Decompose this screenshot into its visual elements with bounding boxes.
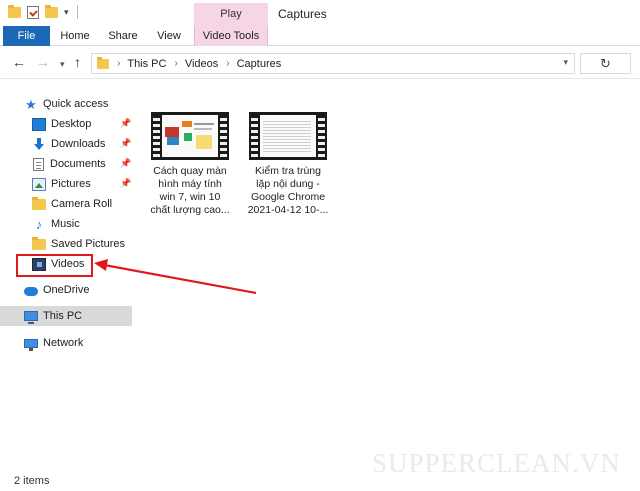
folder-icon xyxy=(32,196,46,210)
nav-item-quick-access[interactable]: ★ Quick access xyxy=(0,94,134,114)
thumbnail-frame xyxy=(260,115,316,157)
annotation-highlight-box xyxy=(16,254,93,277)
computer-icon xyxy=(24,311,38,324)
nav-item-label: Desktop xyxy=(51,118,92,130)
film-strip xyxy=(318,115,325,157)
file-name: Cách quay màn hình máy tính win 7, win 1… xyxy=(140,165,240,217)
file-name-line: Google Chrome xyxy=(250,191,326,203)
nav-item-onedrive[interactable]: OneDrive xyxy=(0,280,134,300)
nav-item-downloads[interactable]: Downloads 📌 xyxy=(0,134,134,154)
tab-share[interactable]: Share xyxy=(105,26,141,46)
film-strip xyxy=(153,115,160,157)
nav-item-label: Pictures xyxy=(51,178,91,190)
refresh-icon: ↻ xyxy=(600,55,611,71)
chevron-right-icon: › xyxy=(174,58,178,69)
breadcrumb-captures[interactable]: › Captures xyxy=(226,58,281,70)
folder-icon[interactable] xyxy=(8,4,21,18)
nav-item-label: Camera Roll xyxy=(51,198,113,210)
recent-locations-chevron-icon[interactable]: ▾ xyxy=(60,57,65,71)
nav-item-this-pc[interactable]: This PC xyxy=(0,306,132,326)
chevron-right-icon: › xyxy=(117,58,121,69)
forward-arrow-icon[interactable]: → xyxy=(36,55,50,69)
tab-view[interactable]: View xyxy=(152,26,186,46)
quick-access-toolbar: ▾ xyxy=(8,4,78,19)
folder-icon xyxy=(97,56,109,69)
address-row: ← → ▾ ↑ › This PC › Videos › Captures ▾ ↻ xyxy=(0,47,640,79)
nav-item-camera-roll[interactable]: Camera Roll xyxy=(0,194,134,214)
nav-item-desktop[interactable]: Desktop 📌 xyxy=(0,114,134,134)
toolbar-divider xyxy=(76,5,78,19)
customize-toolbar-dropdown-icon[interactable]: ▾ xyxy=(64,7,69,18)
file-name-line: lặp nội dung - xyxy=(256,178,320,190)
breadcrumb-label: Videos xyxy=(184,57,219,70)
file-name-line: 2021-04-12 10-... xyxy=(247,204,329,216)
nav-item-saved-pictures[interactable]: Saved Pictures xyxy=(0,234,134,254)
document-icon xyxy=(33,157,44,171)
folder-icon xyxy=(32,236,46,250)
address-dropdown-icon[interactable]: ▾ xyxy=(563,57,568,68)
file-item[interactable]: Kiểm tra trùng lặp nội dung - Google Chr… xyxy=(238,112,338,217)
nav-item-label: Music xyxy=(51,218,80,230)
breadcrumb-label: This PC xyxy=(127,57,167,70)
play-context-header: Play xyxy=(194,3,268,26)
pin-icon[interactable]: 📌 xyxy=(120,118,131,129)
properties-icon[interactable] xyxy=(27,5,39,19)
nav-item-label: OneDrive xyxy=(43,284,90,296)
back-arrow-icon[interactable]: ← xyxy=(12,55,26,69)
refresh-button[interactable]: ↻ xyxy=(580,53,631,74)
nav-item-network[interactable]: Network xyxy=(0,333,134,353)
pin-icon[interactable]: 📌 xyxy=(120,158,131,169)
nav-item-label: Downloads xyxy=(51,138,106,150)
nav-item-music[interactable]: ♪ Music xyxy=(0,214,134,234)
file-name-line: Cách quay màn xyxy=(153,165,227,177)
tab-home[interactable]: Home xyxy=(55,26,95,46)
thumbnail-frame xyxy=(162,115,218,157)
tab-file[interactable]: File xyxy=(3,26,50,46)
breadcrumb-videos[interactable]: › Videos xyxy=(174,58,218,70)
cloud-icon xyxy=(24,287,38,296)
new-folder-icon[interactable] xyxy=(45,4,58,18)
music-icon: ♪ xyxy=(35,216,43,232)
file-name-line: hình máy tính xyxy=(158,178,222,190)
status-item-count: 2 items xyxy=(14,475,50,487)
file-name-line: chất lượng cao... xyxy=(150,204,230,216)
pictures-icon xyxy=(32,177,46,191)
nav-item-documents[interactable]: Documents 📌 xyxy=(0,154,134,174)
film-strip xyxy=(251,115,258,157)
desktop-icon xyxy=(32,117,46,131)
film-strip xyxy=(220,115,227,157)
breadcrumb-label: Captures xyxy=(236,57,282,70)
title-bar: ▾ Play Captures xyxy=(0,0,640,26)
nav-item-label: This PC xyxy=(43,310,83,322)
download-icon xyxy=(32,137,46,151)
nav-item-label: Documents xyxy=(50,158,106,170)
video-thumbnail xyxy=(249,112,327,160)
chevron-right-icon: › xyxy=(226,58,230,69)
nav-item-label: Quick access xyxy=(43,98,109,110)
video-thumbnail xyxy=(151,112,229,160)
file-item[interactable]: Cách quay màn hình máy tính win 7, win 1… xyxy=(140,112,240,217)
window-title: Captures xyxy=(278,7,327,21)
tab-video-tools[interactable]: Video Tools xyxy=(194,26,268,46)
network-icon xyxy=(24,338,38,351)
pin-icon[interactable]: 📌 xyxy=(120,138,131,149)
address-bar[interactable]: › This PC › Videos › Captures ▾ xyxy=(91,53,575,74)
pin-icon[interactable]: 📌 xyxy=(120,178,131,189)
nav-item-label: Network xyxy=(43,337,84,349)
ribbon-tabs: File Home Share View Video Tools xyxy=(0,26,640,46)
up-arrow-icon[interactable]: ↑ xyxy=(74,55,81,69)
nav-item-pictures[interactable]: Pictures 📌 xyxy=(0,174,134,194)
file-name: Kiểm tra trùng lặp nội dung - Google Chr… xyxy=(238,165,338,217)
watermark: SUPPERCLEAN.VN xyxy=(372,448,621,478)
file-name-line: win 7, win 10 xyxy=(159,191,221,203)
file-name-line: Kiểm tra trùng xyxy=(255,165,321,177)
star-icon: ★ xyxy=(25,96,37,112)
nav-item-label: Saved Pictures xyxy=(51,238,125,250)
breadcrumb-this-pc[interactable]: › This PC xyxy=(117,58,166,70)
